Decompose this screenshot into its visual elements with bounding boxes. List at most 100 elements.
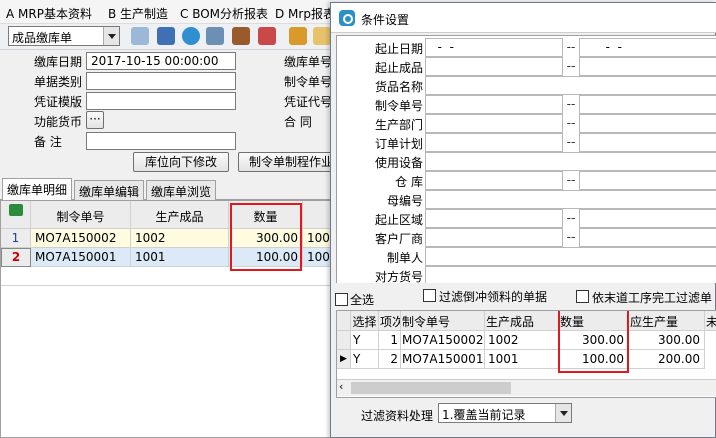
cell-order[interactable]: MO7A150001: [31, 248, 131, 267]
condition-from-field[interactable]: [425, 228, 563, 247]
col-header-item[interactable]: 项次: [379, 311, 401, 331]
mail-icon[interactable]: [313, 27, 331, 45]
tab-receipt-detail[interactable]: 缴库单明细: [2, 178, 73, 200]
condition-field[interactable]: [425, 190, 716, 209]
cell-product[interactable]: 1002: [131, 229, 229, 248]
cell-order[interactable]: MO7A150001: [401, 350, 485, 369]
filter-reverse-checkbox[interactable]: [423, 289, 436, 302]
condition-field[interactable]: [425, 266, 716, 283]
chevron-down-icon: [555, 404, 571, 422]
col-header-extra[interactable]: [303, 201, 331, 229]
condition-label: 客户厂商: [374, 232, 423, 246]
condition-from-field[interactable]: [425, 209, 563, 228]
filter-process-select[interactable]: 1.覆盖当前记录: [438, 403, 572, 423]
filter-process-value: 1.覆盖当前记录: [442, 408, 526, 422]
tab-receipt-edit[interactable]: 缴库单编辑: [74, 180, 145, 200]
receipt-no-label: 缴库单号: [284, 55, 333, 69]
menu-item-production[interactable]: B 生产制造: [108, 5, 168, 22]
order-process-button[interactable]: 制令单制程作业: [238, 152, 344, 172]
contract-label: 合 同: [284, 115, 312, 129]
condition-to-field[interactable]: [579, 95, 716, 114]
condition-from-field[interactable]: [425, 57, 563, 76]
condition-from-field[interactable]: [425, 133, 563, 152]
briefcase-icon[interactable]: [232, 27, 250, 45]
tab-receipt-browse[interactable]: 缴库单浏览: [146, 180, 217, 200]
menu-item-mrp-report[interactable]: D Mrp报表: [275, 5, 335, 22]
doc-type-select[interactable]: 成品缴库单: [8, 26, 120, 46]
lock-icon[interactable]: [206, 27, 224, 45]
cell-product[interactable]: 1002: [485, 331, 559, 350]
col-header-unfinished[interactable]: 未: [705, 311, 716, 331]
scroll-thumb[interactable]: [351, 382, 511, 394]
condition-to-field[interactable]: [579, 171, 716, 190]
row-index-current[interactable]: 2: [1, 248, 31, 267]
filter-unfinished-checkbox[interactable]: [576, 290, 589, 303]
col-header-plan[interactable]: 应生产量: [629, 311, 705, 331]
cell-order[interactable]: MO7A150002: [401, 331, 485, 350]
condition-to-field[interactable]: [579, 228, 716, 247]
voucher-template-field[interactable]: [86, 92, 236, 110]
condition-label: 起止日期: [374, 42, 423, 56]
voucher-template-label: 凭证模版: [34, 95, 83, 109]
cell-plan[interactable]: 200.00: [629, 350, 705, 369]
condition-from-field[interactable]: - -: [425, 38, 563, 57]
range-separator: --: [566, 97, 576, 111]
home-icon[interactable]: [258, 27, 276, 45]
cell-product[interactable]: 1001: [131, 248, 229, 267]
cell-plan[interactable]: 300.00: [629, 331, 705, 350]
menu-item-mrp-basic[interactable]: A MRP基本资料: [6, 5, 92, 22]
col-header-order[interactable]: 制令单号: [401, 311, 485, 331]
condition-field[interactable]: [425, 247, 716, 266]
condition-from-field[interactable]: [425, 95, 563, 114]
dialog-titlebar: 条件设置: [331, 3, 716, 33]
chevron-down-icon: [103, 27, 119, 45]
range-separator: --: [566, 40, 576, 54]
col-header-order[interactable]: 制令单号: [31, 201, 131, 229]
cell-select[interactable]: Y: [351, 350, 379, 369]
grid-corner: [1, 201, 31, 229]
col-header-product[interactable]: 生产成品: [131, 201, 229, 229]
row-index[interactable]: 1: [1, 229, 31, 248]
excel-icon[interactable]: [8, 204, 23, 216]
globe-icon[interactable]: [182, 27, 200, 45]
location-modify-button[interactable]: 库位向下修改: [133, 152, 229, 172]
currency-lookup-button[interactable]: ···: [86, 111, 104, 129]
menu-item-bom-report[interactable]: C BOM分析报表: [180, 5, 268, 22]
condition-to-field[interactable]: [579, 114, 716, 133]
refresh-icon[interactable]: [157, 27, 175, 45]
condition-label: 制令单号: [374, 99, 423, 113]
condition-to-field[interactable]: [579, 209, 716, 228]
row-indicator: [337, 331, 351, 350]
horizontal-scrollbar[interactable]: ‹: [337, 379, 716, 396]
dialog-title: 条件设置: [361, 13, 410, 27]
condition-field[interactable]: [425, 76, 716, 95]
doc-header-form: 缴库日期 2017-10-15 00:00:00 单据类别 凭证模版 功能货币 …: [0, 50, 344, 178]
col-header-product[interactable]: 生产成品: [485, 311, 559, 331]
condition-to-field[interactable]: [579, 57, 716, 76]
remark-field[interactable]: [86, 132, 236, 150]
cell-item[interactable]: 2: [379, 350, 401, 369]
cell-product[interactable]: 1001: [485, 350, 559, 369]
document-icon[interactable]: [131, 27, 149, 45]
scroll-left-icon[interactable]: ‹: [339, 380, 343, 393]
date-field[interactable]: 2017-10-15 00:00:00: [86, 52, 236, 70]
cell-extra[interactable]: 1002: [303, 229, 331, 248]
users-icon[interactable]: [289, 27, 307, 45]
cell-select[interactable]: Y: [351, 331, 379, 350]
condition-form: 起止日期 - - -- - - 起止成品 -- 货品名称 制令单号 -- 生产部门 -- 订单计划…: [336, 35, 716, 283]
cell-item[interactable]: 1: [379, 331, 401, 350]
condition-from-field[interactable]: [425, 114, 563, 133]
range-separator: --: [566, 173, 576, 187]
condition-field[interactable]: [425, 152, 716, 171]
doc-category-field[interactable]: [86, 72, 236, 90]
condition-from-field[interactable]: [425, 171, 563, 190]
cell-extra[interactable]: 1001: [303, 248, 331, 267]
condition-to-field[interactable]: - -: [579, 38, 716, 57]
filter-process-label: 过滤资料处理: [361, 409, 434, 423]
select-all-checkbox[interactable]: [335, 293, 348, 306]
col-header-select[interactable]: 选择: [351, 311, 379, 331]
range-separator: --: [566, 59, 576, 73]
cell-order[interactable]: MO7A150002: [31, 229, 131, 248]
condition-to-field[interactable]: [579, 133, 716, 152]
doc-category-label: 单据类别: [34, 75, 83, 89]
